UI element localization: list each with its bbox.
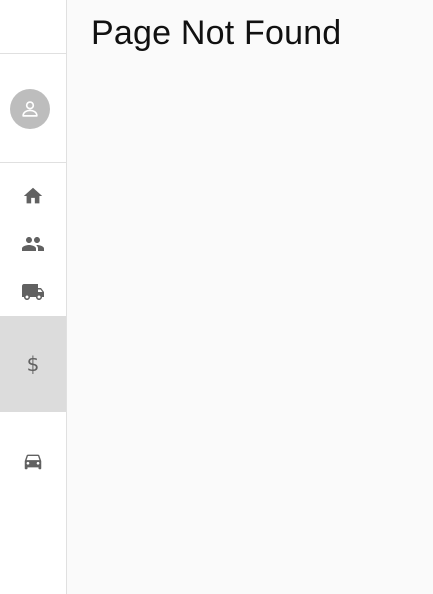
truck-icon [22, 284, 44, 300]
sidebar-item-billing[interactable]: $ [0, 316, 66, 412]
sidebar: $ [0, 0, 67, 594]
sidebar-item-vehicles[interactable] [0, 445, 66, 477]
home-icon [23, 187, 43, 204]
app-root: $ Page Not Found [0, 0, 433, 594]
avatar[interactable] [10, 89, 50, 129]
sidebar-header [0, 0, 66, 54]
page-title: Page Not Found [91, 14, 342, 52]
sidebar-item-shipping[interactable] [0, 276, 66, 308]
sidebar-item-home[interactable] [0, 180, 66, 212]
dollar-icon: $ [26, 352, 40, 376]
person-icon [22, 101, 38, 117]
people-icon [22, 237, 44, 251]
user-section [0, 55, 66, 163]
sidebar-item-people[interactable] [0, 228, 66, 260]
car-icon [24, 454, 42, 470]
